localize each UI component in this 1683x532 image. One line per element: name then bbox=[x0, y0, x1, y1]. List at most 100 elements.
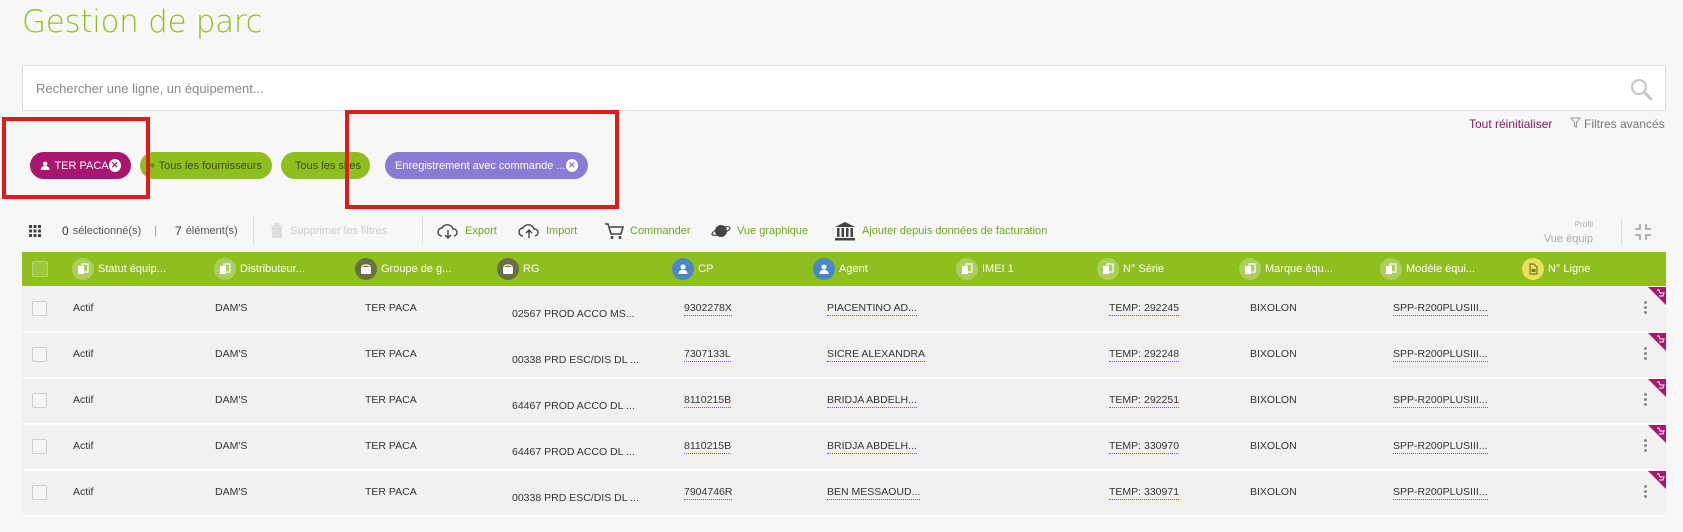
import-button[interactable]: Import bbox=[518, 220, 577, 242]
row-checkbox[interactable] bbox=[32, 439, 47, 454]
group-cell: TER PACA bbox=[365, 348, 417, 360]
column-label: N° Série bbox=[1123, 263, 1165, 275]
advanced-filters-button[interactable]: Filtres avancés bbox=[1569, 117, 1665, 131]
cp-link[interactable]: 7904746R bbox=[684, 486, 733, 500]
advanced-filters-label: Filtres avancés bbox=[1584, 117, 1665, 131]
rg-cell: 64467 PROD ACCO DL ... bbox=[512, 446, 635, 458]
profile-label: Profil bbox=[1574, 220, 1593, 229]
select-all-checkbox[interactable] bbox=[32, 261, 48, 277]
column-label: Agent bbox=[839, 263, 868, 275]
model-link[interactable]: SPP-R200PLUSIII... bbox=[1393, 486, 1488, 500]
search-icon[interactable] bbox=[1629, 77, 1653, 101]
table-row[interactable]: Actif DAM'S TER PACA 64467 PROD ACCO DL … bbox=[22, 379, 1666, 424]
device-icon bbox=[1239, 258, 1261, 280]
bank-icon bbox=[835, 222, 855, 241]
column-label: CP bbox=[698, 263, 714, 275]
order-flag-icon[interactable] bbox=[1648, 287, 1666, 305]
agent-link[interactable]: BRIDJA ABDELH... bbox=[827, 440, 917, 454]
column-header-line[interactable]: N° Ligne bbox=[1522, 252, 1590, 286]
user-icon bbox=[672, 258, 694, 280]
billing-import-button[interactable]: Ajouter depuis données de facturation bbox=[834, 220, 1047, 242]
column-label: RG bbox=[523, 263, 540, 275]
export-button[interactable]: Export bbox=[437, 220, 497, 242]
highlight-box bbox=[345, 110, 619, 209]
distributor-cell: DAM'S bbox=[215, 394, 248, 406]
column-label: Distributeur... bbox=[240, 263, 305, 275]
serial-link[interactable]: TEMP: 330971 bbox=[1109, 486, 1180, 500]
order-flag-icon[interactable] bbox=[1648, 379, 1666, 397]
device-icon bbox=[1097, 258, 1119, 280]
column-header-agent[interactable]: Agent bbox=[813, 252, 868, 286]
serial-link[interactable]: TEMP: 292248 bbox=[1109, 348, 1180, 362]
agent-link[interactable]: BRIDJA ABDELH... bbox=[827, 394, 917, 408]
planet-icon bbox=[711, 225, 731, 237]
column-header-status[interactable]: Statut équip... bbox=[72, 252, 166, 286]
table-row[interactable]: Actif DAM'S TER PACA 00338 PRD ESC/DIS D… bbox=[22, 333, 1666, 378]
serial-link[interactable]: TEMP: 330970 bbox=[1109, 440, 1180, 454]
model-link[interactable]: SPP-R200PLUSIII... bbox=[1393, 348, 1488, 362]
search-input[interactable] bbox=[23, 66, 1583, 110]
distributor-cell: DAM'S bbox=[215, 440, 248, 452]
row-checkbox[interactable] bbox=[32, 301, 47, 316]
delete-filters-label: Supprimer les filtres bbox=[290, 225, 388, 237]
phone-icon bbox=[497, 258, 519, 280]
search-bar bbox=[22, 65, 1666, 111]
serial-link[interactable]: TEMP: 292251 bbox=[1109, 394, 1180, 408]
column-header-rg[interactable]: RG bbox=[497, 252, 540, 286]
row-checkbox[interactable] bbox=[32, 347, 47, 362]
device-icon bbox=[956, 258, 978, 280]
column-header-serial[interactable]: N° Série bbox=[1097, 252, 1164, 286]
column-header-group[interactable]: Groupe de g... bbox=[355, 252, 451, 286]
column-header-brand[interactable]: Marque équ... bbox=[1239, 252, 1333, 286]
row-checkbox[interactable] bbox=[32, 485, 47, 500]
order-flag-icon[interactable] bbox=[1648, 333, 1666, 351]
column-label: Marque équ... bbox=[1265, 263, 1333, 275]
table-row[interactable]: Actif DAM'S TER PACA 64467 PROD ACCO DL … bbox=[22, 425, 1666, 470]
table-row[interactable]: Actif DAM'S TER PACA 00338 PRD ESC/DIS D… bbox=[22, 471, 1666, 516]
serial-link[interactable]: TEMP: 292245 bbox=[1109, 302, 1180, 316]
status-cell: Actif bbox=[73, 440, 94, 452]
order-flag-icon[interactable] bbox=[1648, 471, 1666, 489]
brand-cell: BIXOLON bbox=[1250, 302, 1297, 314]
cp-link[interactable]: 8110215B bbox=[684, 394, 732, 408]
divider bbox=[422, 216, 423, 244]
profile-select[interactable]: Vue équip bbox=[1525, 233, 1593, 245]
table-row[interactable]: Actif DAM'S TER PACA 02567 PROD ACCO MS.… bbox=[22, 287, 1666, 332]
distributor-cell: DAM'S bbox=[215, 348, 248, 360]
selected-number: 0 bbox=[62, 224, 69, 238]
column-header-model[interactable]: Modèle équi... bbox=[1380, 252, 1475, 286]
sim-card-icon bbox=[1522, 258, 1544, 280]
group-cell: TER PACA bbox=[365, 440, 417, 452]
order-flag-icon[interactable] bbox=[1648, 425, 1666, 443]
row-checkbox[interactable] bbox=[32, 393, 47, 408]
column-header-distributor[interactable]: Distributeur... bbox=[214, 252, 305, 286]
status-cell: Actif bbox=[73, 486, 94, 498]
graph-view-button[interactable]: Vue graphique bbox=[711, 220, 808, 242]
reset-all-link[interactable]: Tout réinitialiser bbox=[1469, 117, 1552, 131]
order-button[interactable]: Commander bbox=[604, 220, 691, 242]
import-label: Import bbox=[546, 225, 578, 237]
column-header-cp[interactable]: CP bbox=[672, 252, 713, 286]
rg-cell: 00338 PRD ESC/DIS DL ... bbox=[512, 354, 639, 366]
delete-filters-button[interactable]: Supprimer les filtres bbox=[270, 220, 387, 242]
cp-link[interactable]: 7307133L bbox=[684, 348, 731, 362]
grid-view-icon[interactable] bbox=[29, 220, 47, 242]
column-label: Groupe de g... bbox=[381, 263, 452, 275]
model-link[interactable]: SPP-R200PLUSIII... bbox=[1393, 302, 1488, 316]
model-link[interactable]: SPP-R200PLUSIII... bbox=[1393, 394, 1488, 408]
agent-link[interactable]: PIACENTINO AD... bbox=[827, 302, 917, 316]
collapse-icon[interactable] bbox=[1633, 222, 1653, 242]
cp-link[interactable]: 9302278X bbox=[684, 302, 732, 316]
table-header: Statut équip... Distributeur... Groupe d… bbox=[22, 252, 1666, 286]
page-title: Gestion de parc bbox=[22, 4, 263, 40]
toolbar: 0 sélectionné(s) | 7 élément(s) Supprimer … bbox=[22, 216, 1666, 250]
agent-link[interactable]: SICRE ALEXANDRA bbox=[827, 348, 926, 362]
cp-link[interactable]: 8110215B bbox=[684, 440, 732, 454]
column-header-imei[interactable]: IMEI 1 bbox=[956, 252, 1014, 286]
agent-link[interactable]: BEN MESSAOUD... bbox=[827, 486, 921, 500]
model-link[interactable]: SPP-R200PLUSIII... bbox=[1393, 440, 1488, 454]
selected-count: 0 sélectionné(s) bbox=[62, 220, 141, 242]
chip-suppliers[interactable]: Tous les fournisseurs bbox=[140, 152, 272, 179]
status-cell: Actif bbox=[73, 394, 94, 406]
brand-cell: BIXOLON bbox=[1250, 486, 1297, 498]
